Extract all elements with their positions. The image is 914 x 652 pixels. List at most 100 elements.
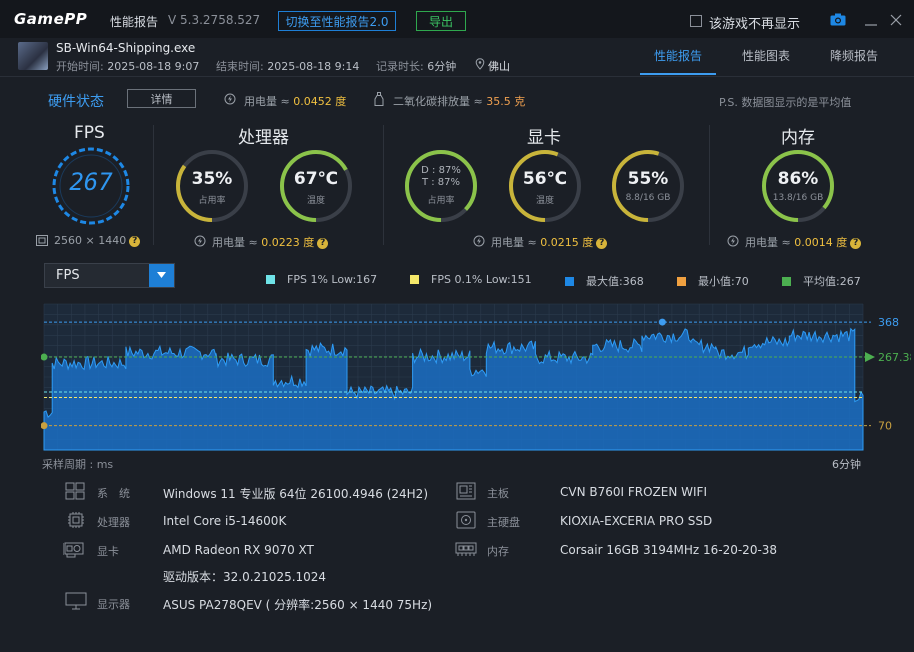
cpu-value: Intel Core i5-14600K: [163, 514, 287, 528]
select-arrow-button[interactable]: [149, 264, 174, 287]
power-icon: [473, 235, 485, 247]
cpu-power: 用电量 ≈ 0.0223 度?: [212, 234, 329, 250]
driver-version: 驱动版本：32.0.21025.1024: [163, 570, 327, 584]
cpu-title: 处理器: [238, 128, 289, 148]
ps-note: P.S. 数据图显示的是平均值: [719, 96, 852, 109]
gpu-vram-sub: 8.8/16 GB: [625, 193, 671, 203]
resolution-icon: [36, 235, 48, 246]
tab-throttle-report[interactable]: 降频报告: [830, 47, 878, 64]
max-marker: [658, 318, 666, 326]
fps-value: 267: [69, 168, 113, 196]
chart-duration-label: 6分钟: [832, 458, 861, 471]
help-icon: ?: [317, 237, 329, 249]
power-icon: [224, 93, 236, 105]
gpu-card-icon: [63, 542, 84, 558]
legend-item: FPS 1% Low:167: [266, 273, 377, 286]
max-label: 368: [878, 316, 899, 329]
chevron-down-icon: [157, 272, 166, 278]
divider: [153, 125, 154, 245]
motherboard-value: CVN B760I FROZEN WIFI: [560, 485, 707, 499]
gpu-usage-values: D : 87% T : 87%: [403, 165, 479, 189]
header-divider: [0, 76, 914, 77]
app-title: 性能报告: [110, 15, 159, 29]
power-icon: [727, 235, 739, 247]
legend-item: 最大值:368: [565, 273, 644, 289]
tab-performance-chart[interactable]: 性能图表: [742, 47, 790, 64]
no-show-checkbox[interactable]: [690, 15, 702, 27]
display-value: ASUS PA278QEV ( 分辨率:2560 × 1440 75Hz): [163, 598, 433, 612]
cpu-label: 处理器: [97, 516, 130, 529]
help-icon: ?: [850, 237, 862, 249]
cpu-chip-icon: [68, 512, 84, 528]
fps-chart: 368 267.38 70: [41, 303, 911, 451]
avg-arrow: [865, 352, 875, 363]
min-label: 70: [878, 420, 892, 433]
camera-icon[interactable]: [830, 13, 846, 26]
gpu-value: AMD Radeon RX 9070 XT: [163, 543, 314, 557]
resolution: 2560 × 1440?: [54, 234, 141, 247]
disk-label: 主硬盘: [487, 516, 520, 529]
tab-performance-report[interactable]: 性能报告: [654, 47, 702, 64]
switch-report-button[interactable]: 切换至性能报告2.0: [278, 11, 396, 31]
detail-button[interactable]: 详情: [127, 89, 196, 108]
divider: [383, 125, 384, 245]
ram-value: Corsair 16GB 3194MHz 16-20-20-38: [560, 543, 778, 557]
gpu-temp-label: 温度: [535, 196, 554, 206]
app-logo: GamePP: [14, 10, 88, 28]
gpu-label: 显卡: [97, 545, 119, 558]
game-icon: [18, 42, 48, 70]
location: 佛山: [488, 60, 510, 73]
motherboard-label: 主板: [487, 487, 509, 500]
export-button[interactable]: 导出: [416, 11, 466, 31]
gpu-temp-value: 56℃: [522, 169, 568, 189]
metric-select-value: FPS: [56, 268, 80, 283]
cpu-usage-label: 占用率: [198, 196, 226, 206]
exe-name: SB-Win64-Shipping.exe: [56, 41, 196, 55]
start-time: 开始时间: 2025-08-18 9:07: [56, 60, 200, 73]
cpu-temp-label: 温度: [306, 196, 325, 206]
ram-label: 内存: [487, 545, 509, 558]
sample-period-label: 采样周期 : ms: [42, 458, 114, 471]
gpu-title: 显卡: [527, 128, 561, 148]
hardware-status-title: 硬件状态: [48, 94, 104, 110]
co2-emission: 二氧化碳排放量 ≈ 35.5 克: [393, 95, 526, 108]
gpu-t-usage: T : 87%: [421, 177, 461, 188]
total-power: 用电量 ≈ 0.0452 度: [244, 95, 347, 108]
gpu-vram-value: 55%: [627, 169, 669, 189]
minimize-icon[interactable]: [864, 14, 878, 26]
memory-usage-sub: 13.8/16 GB: [772, 193, 824, 203]
divider: [709, 125, 710, 245]
help-icon: ?: [596, 237, 608, 249]
legend-item: 最小值:70: [677, 273, 749, 289]
windows-icon: [65, 482, 85, 500]
co2-bottle-icon: [374, 92, 384, 106]
motherboard-icon: [456, 482, 476, 500]
memory-usage-value: 86%: [777, 169, 819, 189]
os-label: 系 统: [97, 487, 130, 500]
location-pin-icon: [475, 58, 485, 70]
power-icon: [194, 235, 206, 247]
end-time: 结束时间: 2025-08-18 9:14: [216, 60, 360, 73]
record-duration: 记录时长: 6分钟: [376, 60, 457, 73]
close-icon[interactable]: [890, 14, 902, 26]
display-label: 显示器: [97, 598, 130, 611]
ram-icon: [455, 542, 477, 556]
active-tab-indicator: [640, 73, 716, 75]
fps-title: FPS: [74, 123, 105, 143]
monitor-icon: [65, 592, 87, 610]
no-show-label: 该游戏不再显示: [709, 17, 801, 32]
memory-power: 用电量 ≈ 0.0014 度?: [745, 234, 862, 250]
help-icon: ?: [129, 235, 141, 247]
memory-title: 内存: [781, 128, 815, 148]
avg-label: 267.38: [878, 351, 911, 364]
disk-icon: [456, 511, 476, 529]
cpu-usage-value: 35%: [191, 169, 233, 189]
gpu-usage-label: 占用率: [427, 196, 455, 206]
cpu-temp-value: 67℃: [293, 169, 339, 189]
legend-item: FPS 0.1% Low:151: [410, 273, 532, 286]
app-version: V 5.3.2758.527: [168, 13, 261, 27]
gpu-d-usage: D : 87%: [421, 165, 461, 176]
legend-item: 平均值:267: [782, 273, 861, 289]
disk-value: KIOXIA-EXCERIA PRO SSD: [560, 514, 713, 528]
gpu-power: 用电量 ≈ 0.0215 度?: [491, 234, 608, 250]
